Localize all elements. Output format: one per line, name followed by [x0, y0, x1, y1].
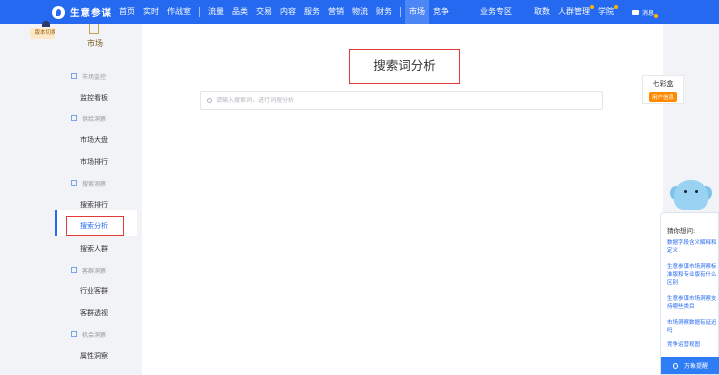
page-title: 搜索词分析 [349, 49, 460, 84]
nav-traffic[interactable]: 流量 [204, 0, 228, 24]
nav-academy[interactable]: 学院 [594, 0, 618, 24]
sidebar-item-search-crowd[interactable]: 搜索人群 [80, 244, 108, 254]
help-panel: 猜你想问: 数据字段含义解释和定义 生意参谋市场洞察标准版和专业版有什么区别 生… [660, 212, 719, 375]
sidebar-item-market-overview[interactable]: 市场大盘 [80, 135, 108, 145]
sidebar-item-search-rank[interactable]: 搜索排行 [80, 200, 108, 210]
message-icon [632, 9, 639, 15]
assistant-mascot-icon[interactable] [670, 178, 712, 216]
nav-divider [400, 7, 401, 17]
user-info-button[interactable]: 用户信息 [648, 92, 677, 102]
nav-business-zone[interactable]: 业务专区 [476, 0, 516, 24]
market-brand-icon [89, 24, 99, 34]
sidebar-group-supply: 供给洞察 [71, 112, 106, 124]
nav-service[interactable]: 服务 [300, 0, 324, 24]
help-question[interactable]: 竞争运营视图 [667, 341, 717, 349]
logo-text: 生意参谋 [70, 8, 113, 19]
sidebar-group-opportunity: 机会洞察 [71, 328, 106, 340]
sidebar-item-industry-crowd[interactable]: 行业客群 [80, 286, 108, 296]
sidebar-item-market-rank[interactable]: 市场排行 [80, 157, 108, 167]
group-icon [71, 180, 77, 186]
help-question[interactable]: 数据字段含义解释和定义 [667, 239, 717, 255]
unread-dot [654, 13, 659, 18]
nav-crowd-management[interactable]: 人群管理 [554, 0, 594, 24]
nav-logistics[interactable]: 物流 [348, 0, 372, 24]
nav-group-business: 业务专区 [476, 0, 516, 24]
sidebar-item-crowd-perspective[interactable]: 客群透视 [80, 308, 108, 318]
nav-content[interactable]: 内容 [276, 0, 300, 24]
help-panel-footer[interactable]: 万象提醒 [661, 357, 719, 374]
nav-academy-label: 学院 [598, 7, 614, 16]
mascot-eye [695, 190, 698, 193]
nav-trade[interactable]: 交易 [252, 0, 276, 24]
sidebar-brand: 市场 [87, 39, 103, 48]
logo-icon [52, 5, 65, 19]
nav-divider [199, 7, 200, 17]
sidebar-item-monitor-board[interactable]: 监控看板 [80, 93, 108, 103]
help-question[interactable]: 生意参谋市场洞察标准版和专业版有什么区别 [667, 263, 717, 287]
nav-war-room[interactable]: 作战室 [163, 0, 195, 24]
version-pin-icon [42, 21, 50, 27]
nav-marketing[interactable]: 营销 [324, 0, 348, 24]
logo[interactable]: 生意参谋 [52, 4, 112, 20]
nav-realtime[interactable]: 实时 [139, 0, 163, 24]
nav-crowd-management-label: 人群管理 [558, 7, 590, 16]
group-icon [71, 331, 77, 337]
search-input[interactable] [216, 97, 596, 104]
nav-market[interactable]: 市场 [405, 0, 429, 24]
sidebar-group-customer: 客群洞察 [71, 264, 106, 276]
help-question[interactable]: 市场洞察数据有延迟吗 [667, 319, 717, 335]
qicai-title: 七彩盒 [652, 80, 674, 88]
qicai-widget[interactable]: 七彩盒 用户信息 [642, 75, 684, 104]
top-nav-bar: 生意参谋 首页 实时 作战室 流量 品类 交易 内容 服务 营销 物流 财务 市… [0, 0, 719, 24]
search-box[interactable] [200, 91, 603, 110]
nav-finance[interactable]: 财务 [372, 0, 396, 24]
sidebar-item-attribute-insight[interactable]: 属性洞察 [80, 351, 108, 361]
messages-label: 消息 [642, 8, 659, 18]
highlight-box-sidebar [66, 216, 124, 236]
mascot-eye [684, 190, 687, 193]
search-icon [207, 98, 212, 103]
sidebar-group-market-monitor: 市场监控 [71, 70, 106, 82]
help-panel-footer-label: 万象提醒 [683, 363, 708, 370]
main-content: 搜索词分析 [142, 24, 663, 375]
sidebar-group-search: 搜索洞察 [71, 177, 106, 189]
reminder-icon [672, 362, 678, 369]
nav-group-primary: 首页 实时 作战室 流量 品类 交易 内容 服务 营销 物流 财务 市场 竞争 [115, 0, 453, 24]
new-badge-dot [614, 5, 618, 9]
nav-category[interactable]: 品类 [228, 0, 252, 24]
sidebar: 市场 市场监控 监控看板 供给洞察 市场大盘 市场排行 搜索洞察 搜索排行 搜索… [55, 24, 137, 375]
nav-home[interactable]: 首页 [115, 0, 139, 24]
group-icon [71, 267, 77, 273]
help-question[interactable]: 生意参谋市场洞察支持哪些类目 [667, 295, 717, 311]
messages-button[interactable]: 消息 [632, 0, 659, 24]
help-panel-title: 猜你想问: [667, 227, 696, 235]
nav-competition[interactable]: 竞争 [429, 0, 453, 24]
mascot-body [674, 180, 708, 210]
sidebar-active-indicator [55, 210, 57, 236]
nav-group-tools: 取数 人群管理 学院 [530, 0, 618, 24]
group-icon [71, 115, 77, 121]
nav-data-fetch[interactable]: 取数 [530, 0, 554, 24]
group-icon [71, 73, 77, 79]
